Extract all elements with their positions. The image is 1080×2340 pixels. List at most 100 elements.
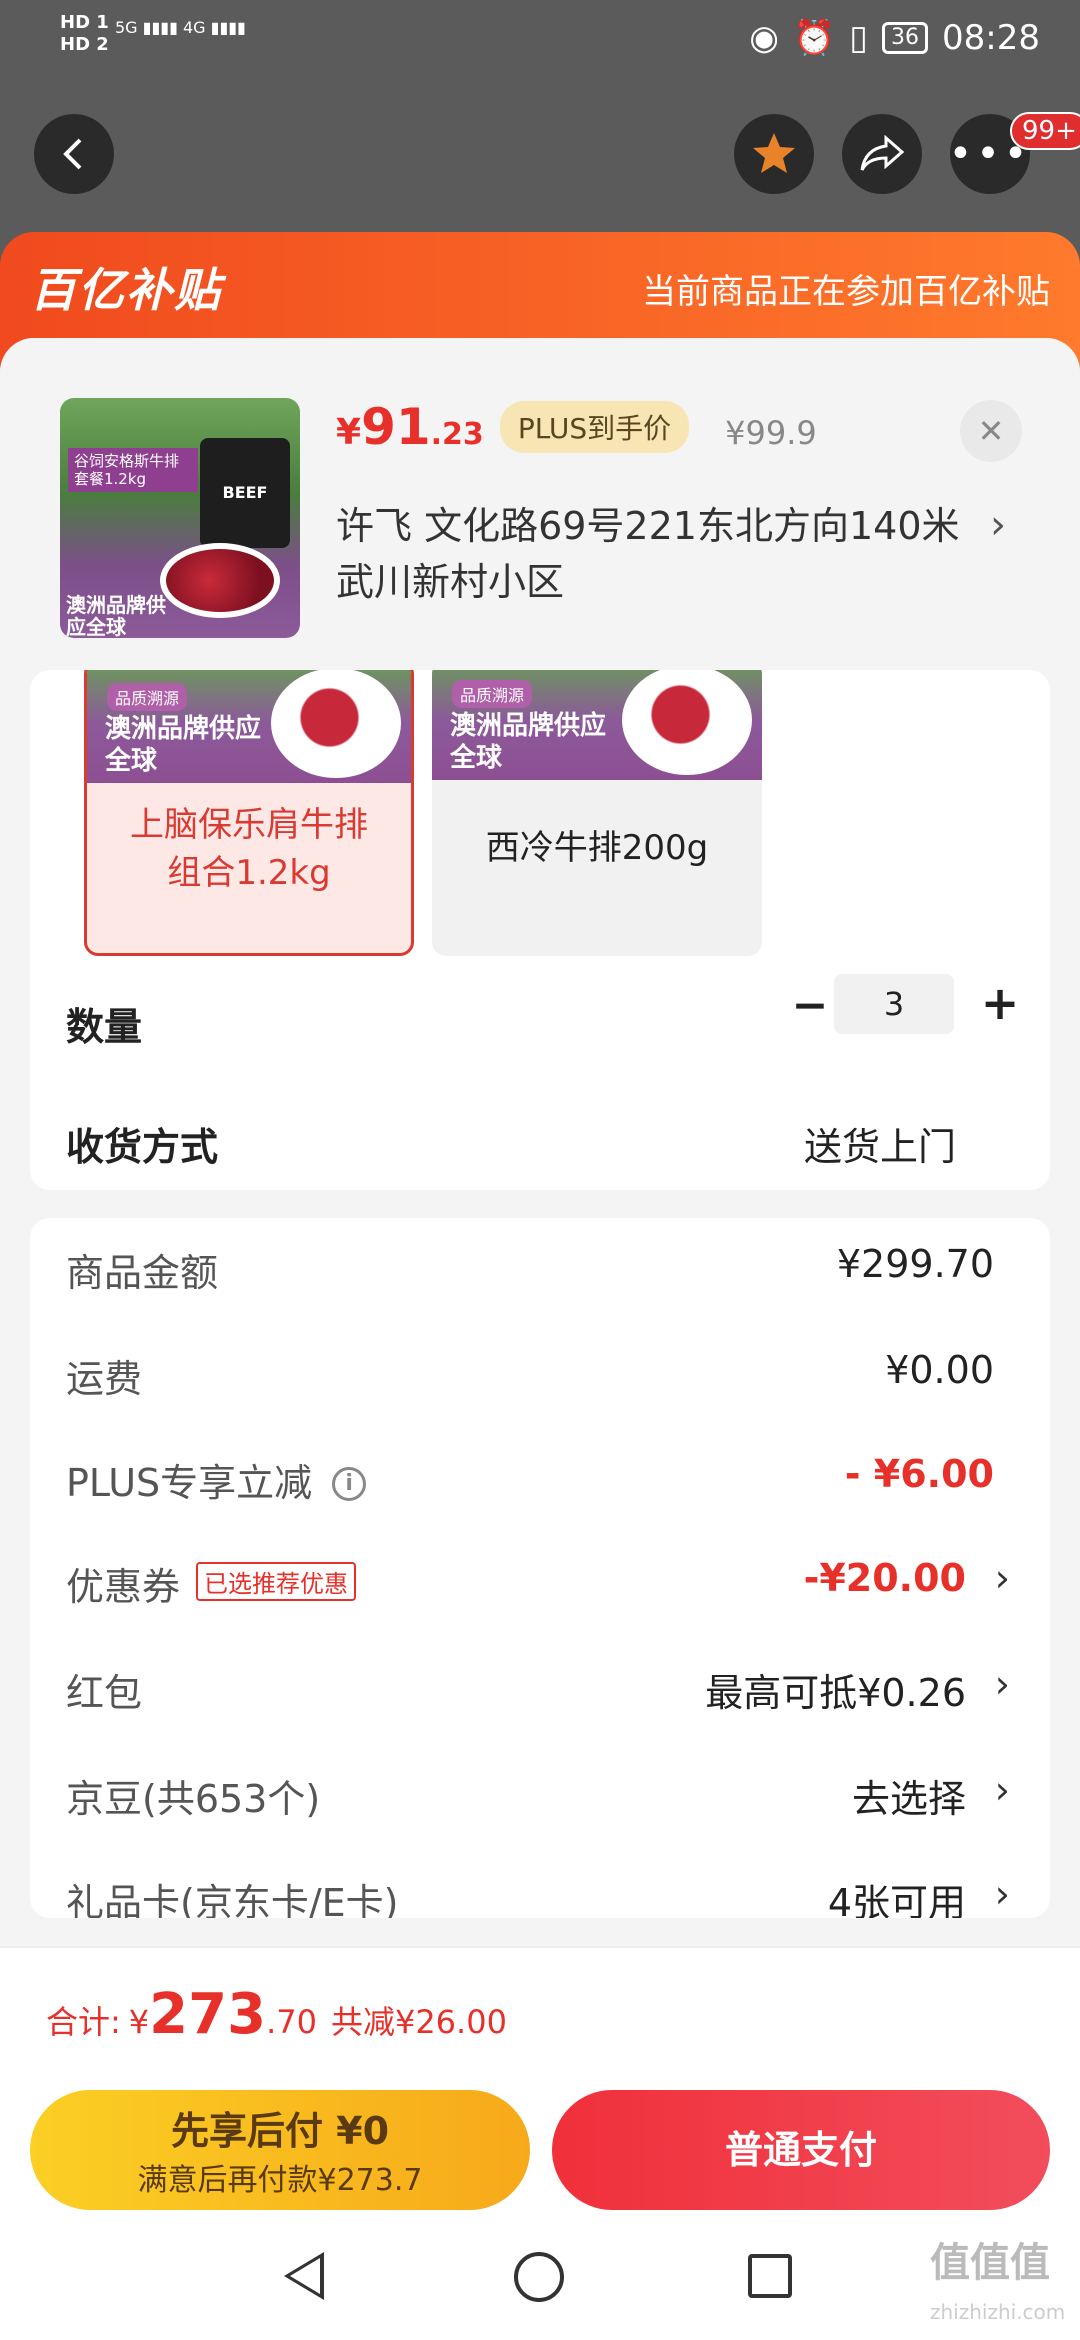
chevron-right-icon: › [994,1768,1010,1812]
eye-icon: ◉ [749,18,779,58]
alarm-icon: ⏰ [792,18,836,58]
close-icon: ✕ [977,412,1005,450]
freight-value: ¥0.00 [885,1348,994,1392]
plus-discount-row: PLUS专享立减 i - ¥6.00 [30,1444,1050,1514]
variant-image: 品质溯源 澳洲品牌供应全球 [87,670,411,783]
signal-5g-label: 5G [115,18,138,37]
coupon-label: 优惠券 [66,1565,181,1609]
back-button[interactable] [34,114,114,194]
total-label: 合计: [46,2003,121,2041]
chevron-right-icon[interactable]: › [990,502,1006,548]
jd-beans-row[interactable]: 京豆(共653个) 去选择 › [30,1760,1050,1830]
product-header: 谷饲安格斯牛排套餐1.2kg BEEF 澳洲品牌供应全球 ¥91.23 PLUS… [0,338,1080,658]
chevron-right-icon: › [994,1556,1010,1600]
total-saved: 共减¥26.00 [330,2003,507,2041]
coupon-recommended-tag: 已选推荐优惠 [196,1562,357,1601]
gift-card-value: 4张可用 [827,1881,966,1918]
watermark-url: zhizhizhi.com [930,2300,1066,2324]
price-decimal: .23 [430,417,484,452]
delivery-address[interactable]: 许飞 文化路69号221东北方向140米武川新村小区 [336,498,996,610]
thumb-pack: BEEF [200,438,290,548]
total-summary: 合计: ¥273.70 共减¥26.00 [46,1982,507,2047]
goods-amount-value: ¥299.70 [836,1242,994,1286]
freight-row: 运费 ¥0.00 [30,1340,1050,1410]
notification-badge: 99+ [1010,112,1080,150]
info-icon[interactable]: i [332,1467,367,1501]
variant-image: 品质溯源 澳洲品牌供应全球 [432,670,762,780]
share-icon [860,134,905,171]
price-row: ¥91.23 PLUS到手价 ¥99.9 [336,398,817,459]
hd-indicator: HD 1 HD 2 [60,12,109,56]
normal-pay-button[interactable]: 普通支付 [552,2090,1050,2210]
steak-image [160,543,280,618]
status-bar: HD 1 HD 2 5G ▮▮▮▮ 4G ▮▮▮▮ ◉ ⏰ ▯ 36 08:28 [0,0,1080,80]
red-packet-label: 红包 [66,1671,143,1715]
pay-later-subtitle: 满意后再付款¥273.7 [137,2163,423,2198]
close-button[interactable]: ✕ [960,400,1022,462]
thumb-slogan: 澳洲品牌供应全球 [66,593,166,638]
freight-label: 运费 [66,1357,143,1401]
shipping-method[interactable]: 送货上门 [804,1116,956,1171]
coupon-label-wrap: 优惠券 已选推荐优惠 [66,1556,357,1611]
jd-beans-label: 京豆(共653个) [66,1777,321,1821]
nav-recents-icon[interactable] [748,2254,792,2298]
red-packet-value: 最高可抵¥0.26 [705,1671,966,1715]
variant-option-2[interactable]: 品质溯源 澳洲品牌供应全球 西冷牛排200g [432,670,762,956]
nav-back-icon-inner [290,2258,320,2294]
variant-label: 西冷牛排200g [485,828,709,868]
plus-discount-value: - ¥6.00 [844,1452,994,1496]
share-button[interactable] [842,114,922,194]
signal-4g-label: 4G [182,18,206,37]
variant-slogan: 澳洲品牌供应全球 [450,711,607,773]
total-decimal: .70 [266,2003,317,2041]
payment-buttons: 先享后付 ¥0 满意后再付款¥273.7 普通支付 [0,2076,1080,2216]
hd2-label: HD 2 [60,34,109,55]
plus-price-tag: PLUS到手价 [499,401,690,453]
plus-price: ¥91.23 [336,398,484,456]
quantity-increase-button[interactable]: + [970,976,1030,1030]
favorite-button[interactable] [734,114,814,194]
status-right: ◉ ⏰ ▯ 36 08:28 [749,18,1040,58]
chevron-left-icon [63,138,82,170]
goods-amount-row: 商品金额 ¥299.70 [30,1234,1050,1304]
vibrate-icon: ▯ [849,18,869,58]
red-packet-row[interactable]: 红包 最高可抵¥0.26 › [30,1654,1050,1724]
price-integer: 91 [361,398,431,456]
battery-icon: 36 [882,22,929,54]
price-currency: ¥ [336,412,362,453]
variant-tag: 品质溯源 [107,683,188,711]
total-currency: ¥ [128,2003,150,2041]
jd-beans-value: 去选择 [851,1777,966,1821]
nav-home-icon[interactable] [514,2252,564,2302]
steak-plate-image [271,670,401,778]
pay-later-title: 先享后付 ¥0 [170,2109,390,2153]
coupon-value: -¥20.00 [803,1556,966,1600]
options-card: 品质溯源 澳洲品牌供应全球 上脑保乐肩牛排组合1.2kg 品质溯源 澳洲品牌供应… [30,670,1050,1190]
quantity-input[interactable]: 3 [834,974,954,1034]
thumb-title: 谷饲安格斯牛排套餐1.2kg [68,448,198,492]
product-thumbnail: 谷饲安格斯牛排套餐1.2kg BEEF 澳洲品牌供应全球 [60,398,300,638]
goods-amount-label: 商品金额 [66,1251,219,1295]
variant-slogan: 澳洲品牌供应全球 [105,714,262,776]
system-nav-bar [0,2216,1080,2340]
variant-option-1[interactable]: 品质溯源 澳洲品牌供应全球 上脑保乐肩牛排组合1.2kg [84,670,414,956]
quantity-decrease-button[interactable]: − [780,980,840,1031]
total-integer: 273 [149,1982,267,2047]
gift-card-row[interactable]: 礼品卡(京东卡/E卡) 4张可用 › [30,1864,1050,1918]
hd1-label: HD 1 [60,12,109,33]
star-icon [753,133,795,173]
steak-plate-image [622,670,752,775]
plus-discount-label: PLUS专享立减 [66,1461,313,1505]
coupon-row[interactable]: 优惠券 已选推荐优惠 -¥20.00 › [30,1548,1050,1618]
total-bar: 合计: ¥273.70 共减¥26.00 [0,1946,1080,2076]
signal-icons: 5G ▮▮▮▮ 4G ▮▮▮▮ [115,18,246,37]
variant-label: 上脑保乐肩牛排组合1.2kg [130,805,368,893]
price-breakdown-card: 商品金额 ¥299.70 运费 ¥0.00 PLUS专享立减 i - ¥6.00 … [30,1218,1050,1918]
chevron-right-icon: › [994,1872,1010,1916]
chevron-right-icon: › [994,1662,1010,1706]
gift-card-label: 礼品卡(京东卡/E卡) [66,1881,399,1918]
shipping-label: 收货方式 [66,1125,219,1169]
original-price: ¥99.9 [725,414,817,452]
pay-later-button[interactable]: 先享后付 ¥0 满意后再付款¥273.7 [30,2090,530,2210]
subsidy-banner-text: 当前商品正在参加百亿补贴 [642,272,1050,312]
